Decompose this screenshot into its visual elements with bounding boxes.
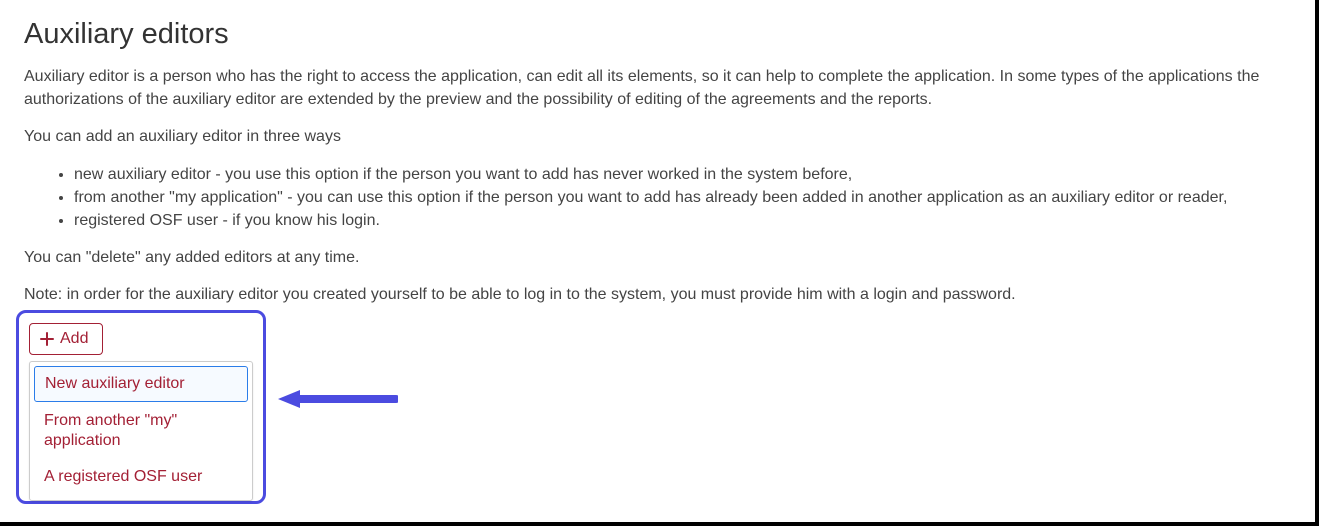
- ways-intro-paragraph: You can add an auxiliary editor in three…: [24, 125, 1291, 148]
- annotation-arrow-icon: [278, 388, 398, 410]
- delete-paragraph: You can "delete" any added editors at an…: [24, 246, 1291, 269]
- list-item: new auxiliary editor - you use this opti…: [74, 163, 1291, 186]
- ways-list: new auxiliary editor - you use this opti…: [74, 163, 1291, 233]
- add-dropdown-menu: New auxiliary editor From another "my" a…: [29, 361, 253, 501]
- page-title: Auxiliary editors: [24, 18, 1291, 51]
- list-item: from another "my application" - you can …: [74, 186, 1291, 209]
- menu-item-from-another-application[interactable]: From another "my" application: [34, 404, 248, 458]
- menu-item-new-auxiliary-editor[interactable]: New auxiliary editor: [34, 366, 248, 402]
- annotation-highlight-box: Add New auxiliary editor From another "m…: [16, 310, 266, 504]
- menu-item-registered-osf-user[interactable]: A registered OSF user: [34, 460, 248, 494]
- list-item: registered OSF user - if you know his lo…: [74, 209, 1291, 232]
- add-button-label: Add: [60, 330, 88, 348]
- add-button[interactable]: Add: [29, 323, 103, 355]
- note-paragraph: Note: in order for the auxiliary editor …: [24, 283, 1291, 306]
- intro-paragraph: Auxiliary editor is a person who has the…: [24, 65, 1291, 111]
- plus-icon: [40, 332, 54, 346]
